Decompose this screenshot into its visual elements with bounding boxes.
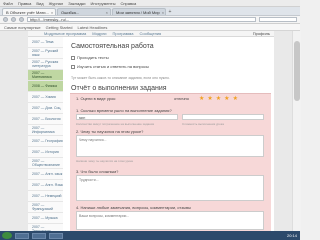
sidebar-item[interactable]: 2007 — Дом. Соц. — [28, 103, 63, 114]
sidebar-item[interactable]: 2007 — Химия — [28, 92, 63, 103]
sidebar-item[interactable]: 2007 — Русский язык — [28, 48, 63, 59]
question-time: 1. Сколько времени ушло на выполнение за… — [76, 108, 172, 113]
lesson-sidebar: 2007 — Тема 2007 — Русский язык 2007 — Р… — [28, 37, 64, 235]
taskbar-app[interactable] — [49, 232, 63, 239]
site-link-program[interactable]: Программа — [113, 31, 134, 36]
site-link-modules[interactable]: Модули — [92, 31, 106, 36]
sidebar-item[interactable]: 2007 — Музыка — [28, 213, 63, 224]
sidebar-item[interactable]: 2007 — Англ. Язык — [28, 180, 63, 191]
close-icon[interactable]: × — [51, 10, 53, 15]
sidebar-item[interactable]: 2007 — Русская литература — [28, 59, 63, 70]
user-profile-link[interactable]: Профиль — [253, 31, 270, 36]
os-taskbar: 20:14 — [0, 231, 300, 240]
menu-view[interactable]: Вид — [36, 1, 43, 6]
checkbox-label: Проходить тесты — [77, 55, 109, 60]
difficulty-hint: Сложность выполнения урока — [182, 122, 224, 126]
star-icon[interactable]: ★ — [233, 95, 238, 102]
tab-bar: В Объекте учёт Мати... × Ошибка... × Мои… — [0, 7, 300, 16]
menu-help[interactable]: Справка — [120, 1, 136, 6]
menu-history[interactable]: Журнал — [49, 1, 64, 6]
menu-file[interactable]: Файл — [3, 1, 13, 6]
report-form: 1. Оцени в виде урок: отлично ★ ★ ★ ★ ★ … — [70, 93, 271, 232]
report-title: Отчёт о выполнении задания — [71, 85, 167, 92]
star-icon[interactable]: ★ — [207, 95, 212, 102]
scrollbar-thumb[interactable] — [294, 41, 300, 101]
sidebar-item-active[interactable]: 2008 — Физика — [28, 81, 63, 92]
sidebar-item[interactable]: 2007 — Немецкий — [28, 191, 63, 202]
bookmark-latest-headlines[interactable]: Latest Headlines — [78, 25, 108, 30]
menu-edit[interactable]: Правка — [18, 1, 32, 6]
comments-textarea[interactable]: Ваши вопросы, комментарии... — [76, 211, 264, 230]
search-input[interactable] — [259, 17, 297, 22]
taskbar-app[interactable] — [32, 232, 46, 239]
section-title: Самостоятельная работа — [71, 43, 154, 50]
task-checkbox-row[interactable]: Проходить тесты — [71, 55, 109, 60]
menu-bookmarks[interactable]: Закладки — [68, 1, 85, 6]
menu-tools[interactable]: Инструменты — [91, 1, 116, 6]
sidebar-item[interactable]: 2007 — Тема — [28, 37, 63, 48]
bookmark-getting-started[interactable]: Getting Started — [46, 25, 73, 30]
star-icon[interactable]: ★ — [216, 95, 221, 102]
learned-hint: Напиши чему ты научился на этом уроке — [76, 159, 134, 163]
web-page: Модульное программа Модули Программа Соо… — [0, 31, 300, 235]
new-tab-icon[interactable]: + — [167, 9, 173, 15]
close-icon[interactable]: × — [106, 10, 108, 15]
clock: 20:14 — [286, 233, 297, 238]
sidebar-item-active[interactable]: 2007 — Математика — [28, 70, 63, 81]
taskbar-app[interactable] — [15, 232, 29, 239]
browser-tab-1[interactable]: В Объекте учёт Мати... × — [2, 8, 56, 15]
sidebar-item[interactable]: 2007 — Биология — [28, 114, 63, 125]
task-note: Тут может быть какое-то описание задания… — [71, 76, 170, 80]
sidebar-item[interactable]: 2007 — Англ. язык — [28, 169, 63, 180]
back-button[interactable] — [3, 17, 8, 22]
question-comments: 4. Напиши любые замечания, вопросы, комм… — [76, 205, 191, 210]
main-content: Самостоятельная работа Проходить тесты И… — [63, 37, 274, 232]
learned-textarea[interactable]: Чему научился... — [76, 135, 264, 157]
tab-label: Ошибка... — [61, 9, 80, 15]
bookmarks-bar: Самые популярные Getting Started Latest … — [0, 24, 300, 31]
sidebar-item[interactable]: 2007 — История — [28, 147, 63, 158]
star-icon[interactable]: ★ — [199, 95, 204, 102]
checkbox-label: Изучить статью и ответить на вопросы — [77, 64, 149, 69]
question-learned: 2. Чему ты научился на этом уроке? — [76, 129, 144, 134]
site-link-messages[interactable]: Сообщения — [140, 31, 162, 36]
sidebar-item[interactable]: 2007 — Информатика — [28, 125, 63, 136]
difficulty-input[interactable] — [182, 114, 264, 120]
navigation-bar: http://...Imensky...ru/... — [0, 16, 300, 24]
star-icon[interactable]: ★ — [224, 95, 229, 102]
site-link-module-program[interactable]: Модульное программа — [44, 31, 86, 36]
tab-label: Мои занятия / Мой Мир — [116, 9, 160, 15]
time-input[interactable]: мин — [76, 114, 178, 120]
bookmark-most-visited[interactable]: Самые популярные — [4, 25, 41, 30]
browser-tab-3[interactable]: Мои занятия / Мой Мир × — [112, 8, 166, 15]
task-checkbox-row[interactable]: Изучить статью и ответить на вопросы — [71, 64, 149, 69]
address-bar[interactable]: http://...Imensky...ru/... — [27, 17, 256, 22]
menu-bar: Файл Правка Вид Журнал Закладки Инструме… — [0, 0, 300, 7]
close-icon[interactable]: × — [162, 10, 164, 15]
difficult-textarea[interactable]: Трудности... — [76, 175, 264, 201]
question-difficult: 3. Что было сложным? — [76, 169, 119, 174]
browser-tab-2[interactable]: Ошибка... × — [57, 8, 111, 15]
reload-button[interactable] — [19, 17, 24, 22]
time-hint: Количество минут потраченное на выполнен… — [76, 122, 155, 126]
rating-stars[interactable]: ★ ★ ★ ★ ★ — [199, 95, 238, 102]
question-rating: 1. Оцени в виде урок: — [76, 96, 117, 101]
page-scrollbar[interactable] — [292, 31, 301, 231]
sidebar-item[interactable]: 2007 — Французский — [28, 202, 63, 213]
start-button[interactable] — [2, 232, 12, 239]
sidebar-item[interactable]: 2007 — География — [28, 136, 63, 147]
checkbox[interactable] — [71, 55, 75, 60]
tab-label: В Объекте учёт Мати... — [6, 9, 49, 15]
rating-label: отлично — [174, 96, 189, 101]
sidebar-item[interactable]: 2007 — Обществознание — [28, 158, 63, 169]
forward-button[interactable] — [11, 17, 16, 22]
checkbox[interactable] — [71, 64, 75, 69]
